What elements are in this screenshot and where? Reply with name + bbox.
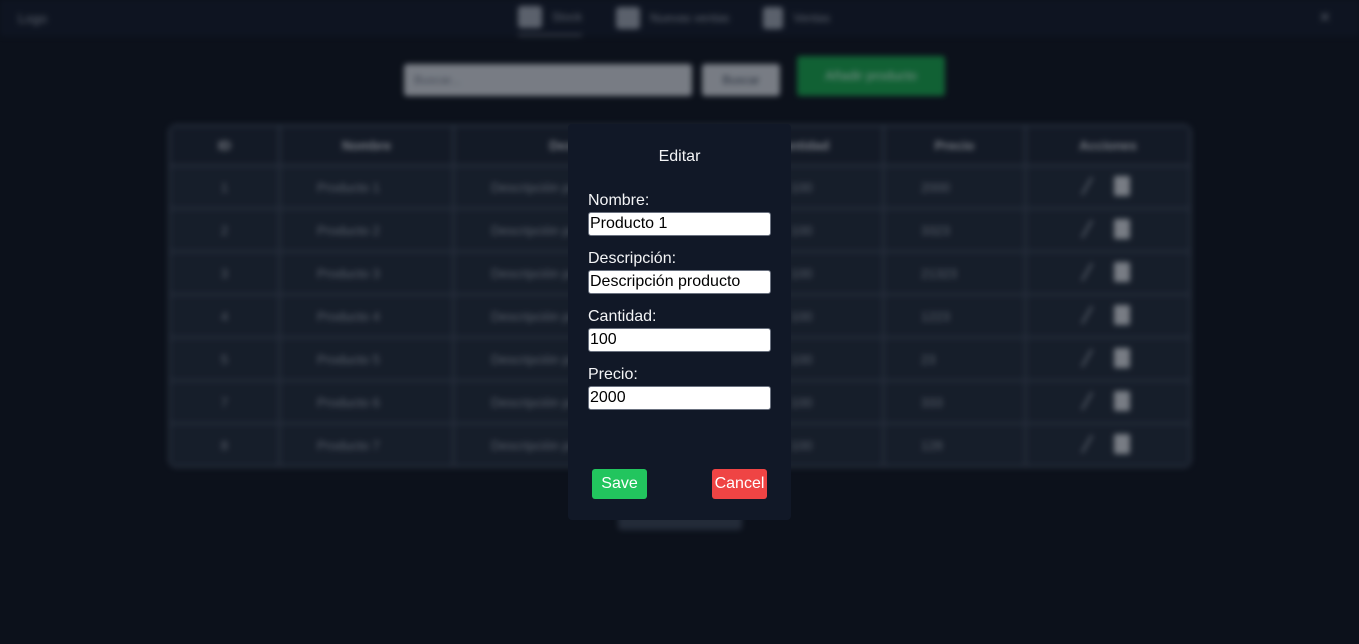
trash-icon[interactable] (1114, 261, 1130, 282)
nav-item-nuevas-ventas[interactable]: Nuevas ventas (616, 0, 729, 36)
column-header-precio: Precio (882, 124, 1027, 167)
cancel-button[interactable]: Cancel (712, 469, 767, 499)
cart-icon (616, 7, 641, 29)
table-cell: 3 (168, 250, 281, 296)
search-button[interactable]: Buscar (702, 64, 780, 96)
edit-icon[interactable] (1081, 348, 1093, 367)
box-icon (518, 6, 542, 28)
nav-item-stock[interactable]: Stock (518, 0, 583, 36)
nav-item-label: Stock (552, 10, 583, 24)
table-cell: 23 (882, 336, 1027, 382)
edit-icon[interactable] (1081, 219, 1093, 238)
edit-icon[interactable] (1081, 434, 1093, 453)
actions-cell (1024, 422, 1192, 468)
trash-icon[interactable] (1114, 433, 1130, 454)
edit-icon[interactable] (1081, 391, 1093, 410)
table-cell: 1 (168, 164, 281, 210)
precio-input[interactable] (588, 386, 771, 410)
modal-actions: Save Cancel (592, 469, 767, 499)
actions-cell (1024, 293, 1192, 339)
actions-cell (1024, 207, 1192, 253)
column-header-nombre: Nombre (278, 124, 455, 167)
table-cell: 5 (168, 336, 281, 382)
table-cell: Producto 5 (278, 336, 455, 382)
receipt-icon (763, 7, 784, 29)
field-descripcion: Descripción: (588, 250, 771, 294)
table-cell: 4 (168, 293, 281, 339)
nav-menu: Stock Nuevas ventas Ventas (518, 0, 830, 36)
precio-label: Precio: (588, 366, 638, 383)
navbar: Logo Stock Nuevas ventas Ventas ✕ (0, 0, 1359, 36)
column-header-acciones: Acciones (1024, 124, 1192, 167)
cantidad-label: Cantidad: (588, 308, 657, 325)
trash-icon[interactable] (1114, 218, 1130, 239)
table-cell: Producto 7 (278, 422, 455, 468)
table-cell: Producto 1 (278, 164, 455, 210)
descripcion-label: Descripción: (588, 250, 677, 267)
trash-icon[interactable] (1114, 175, 1130, 196)
nombre-label: Nombre: (588, 192, 650, 209)
field-nombre: Nombre: (588, 192, 771, 236)
edit-icon[interactable] (1081, 176, 1093, 195)
table-cell: Producto 3 (278, 250, 455, 296)
close-icon[interactable]: ✕ (1319, 10, 1333, 24)
trash-icon[interactable] (1114, 390, 1130, 411)
nav-item-ventas[interactable]: Ventas (763, 0, 830, 36)
edit-icon[interactable] (1081, 262, 1093, 281)
table-cell: 7 (168, 379, 281, 425)
field-precio: Precio: (588, 366, 771, 410)
table-cell: 8 (168, 422, 281, 468)
edit-icon[interactable] (1081, 305, 1093, 324)
table-cell: 333 (882, 379, 1027, 425)
modal-title: Editar (658, 148, 701, 165)
descripcion-input[interactable] (588, 270, 771, 294)
table-cell: Producto 2 (278, 207, 455, 253)
trash-icon[interactable] (1114, 347, 1130, 368)
field-cantidad: Cantidad: (588, 308, 771, 352)
table-cell: 2 (168, 207, 281, 253)
table-cell: 2000 (882, 164, 1027, 210)
table-cell: Producto 6 (278, 379, 455, 425)
logo[interactable]: Logo (18, 11, 47, 26)
search-input[interactable]: Buscar... (404, 64, 692, 96)
cantidad-input[interactable] (588, 328, 771, 352)
table-cell: 1223 (882, 293, 1027, 339)
nav-item-label: Nuevas ventas (650, 11, 730, 25)
actions-cell (1024, 379, 1192, 425)
actions-cell (1024, 250, 1192, 296)
table-cell: 128 (882, 422, 1027, 468)
trash-icon[interactable] (1114, 304, 1130, 325)
nav-item-label: Ventas (793, 11, 831, 25)
nombre-input[interactable] (588, 212, 771, 236)
actions-cell (1024, 336, 1192, 382)
column-header-id: ID (168, 124, 281, 167)
table-cell: 3323 (882, 207, 1027, 253)
add-product-button[interactable]: Añadir producto (797, 56, 945, 96)
save-button[interactable]: Save (592, 469, 647, 499)
edit-modal: Editar Nombre: Descripción: Cantidad: Pr… (568, 124, 791, 520)
table-cell: Producto 4 (278, 293, 455, 339)
table-cell: 21323 (882, 250, 1027, 296)
actions-cell (1024, 164, 1192, 210)
